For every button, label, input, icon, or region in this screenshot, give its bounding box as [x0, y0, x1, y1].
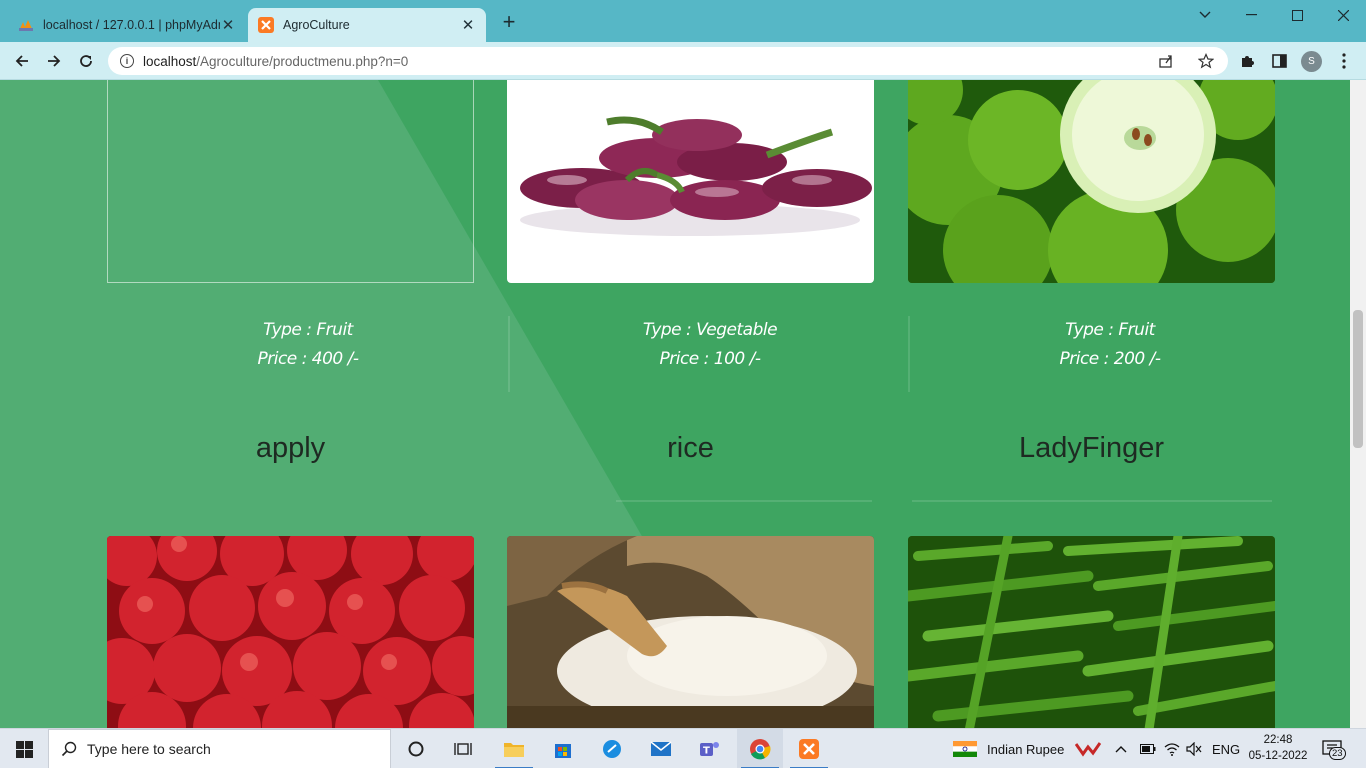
bookmark-star-icon[interactable] — [1198, 47, 1214, 75]
product-type: Type : Vegetable — [642, 320, 778, 340]
close-window-icon[interactable] — [1320, 0, 1366, 30]
product-image-rice[interactable] — [507, 536, 874, 728]
india-flag-icon — [953, 741, 977, 757]
product-image-green-apples — [908, 80, 1275, 283]
stock-chart-icon[interactable] — [1075, 729, 1101, 768]
product-name-link[interactable]: LadyFinger — [908, 432, 1275, 465]
edge-like-app-icon[interactable] — [589, 729, 635, 768]
maximize-icon[interactable] — [1274, 0, 1320, 30]
notification-center-icon[interactable]: 23 — [1322, 729, 1346, 768]
currency-label: Indian Rupee — [987, 741, 1065, 757]
tab-title: AgroCulture — [283, 18, 350, 32]
product-info-1: Type : Fruit Price : 400 /- — [107, 316, 509, 392]
product-price: Price : 200 /- — [1059, 349, 1161, 369]
product-type: Type : Fruit — [1065, 320, 1155, 340]
clock-time: 22:48 — [1263, 734, 1293, 746]
product-price: Price : 400 /- — [257, 349, 359, 369]
product-name-link[interactable]: rice — [507, 432, 874, 465]
reload-icon[interactable] — [73, 48, 99, 74]
extensions-puzzle-icon[interactable] — [1236, 50, 1258, 72]
windows-taskbar: Type here to search T Indian Rupee ENG 2… — [0, 728, 1366, 768]
product-image-ladyfinger[interactable] — [908, 536, 1275, 728]
chrome-icon[interactable] — [737, 729, 783, 768]
close-tab-icon[interactable]: ✕ — [460, 16, 476, 34]
task-view-icon[interactable] — [440, 729, 486, 768]
search-icon — [61, 741, 77, 757]
address-bar[interactable]: i localhost/Agroculture/productmenu.php?… — [108, 47, 1228, 75]
scrollbar-thumb[interactable] — [1353, 310, 1363, 448]
tab-agroculture[interactable]: AgroCulture ✕ — [248, 8, 486, 42]
currency-tray[interactable]: Indian Rupee — [953, 729, 1064, 768]
tab-phpmyadmin[interactable]: localhost / 127.0.0.1 | phpMyAdmin ✕ — [8, 8, 246, 42]
windows-start-icon[interactable] — [0, 729, 48, 768]
tab-title: localhost / 127.0.0.1 | phpMyAdmin — [43, 18, 220, 32]
page-scrollbar[interactable] — [1350, 80, 1366, 728]
product-type: Type : Fruit — [263, 320, 353, 340]
tab-search-icon[interactable] — [1182, 0, 1228, 30]
browser-toolbar: i localhost/Agroculture/productmenu.php?… — [0, 42, 1366, 80]
new-tab-button[interactable]: + — [498, 11, 520, 34]
product-name-link[interactable]: apply — [107, 432, 474, 465]
back-arrow-icon[interactable] — [9, 48, 35, 74]
product-image-placeholder — [107, 80, 474, 283]
svg-text:T: T — [703, 746, 710, 757]
xampp-taskbar-icon[interactable] — [786, 729, 832, 768]
close-tab-icon[interactable]: ✕ — [220, 16, 236, 34]
divider — [616, 500, 872, 502]
cortana-circle-icon[interactable] — [393, 729, 439, 768]
language-indicator[interactable]: ENG — [1212, 729, 1240, 768]
chevron-up-icon[interactable] — [1115, 729, 1127, 768]
microsoft-store-icon[interactable] — [540, 729, 586, 768]
product-info-3: Type : Fruit Price : 200 /- — [908, 316, 1310, 392]
browser-tab-strip: localhost / 127.0.0.1 | phpMyAdmin ✕ Agr… — [0, 0, 1366, 42]
phpmyadmin-icon — [18, 17, 34, 33]
product-menu-page: Type : Fruit Price : 400 /- Type : Veget… — [0, 80, 1350, 728]
profile-avatar[interactable]: S — [1301, 51, 1322, 72]
minimize-icon[interactable] — [1228, 0, 1274, 30]
mail-icon[interactable] — [638, 729, 684, 768]
teams-icon[interactable]: T — [687, 729, 733, 768]
product-info-2: Type : Vegetable Price : 100 /- — [508, 316, 910, 392]
speaker-muted-icon[interactable] — [1186, 729, 1202, 768]
taskbar-clock[interactable]: 22:48 05-12-2022 — [1244, 732, 1312, 764]
forward-arrow-icon[interactable] — [41, 48, 67, 74]
battery-icon[interactable] — [1140, 729, 1156, 768]
share-icon[interactable] — [1158, 47, 1174, 75]
url-path: /Agroculture/productmenu.php?n=0 — [196, 53, 409, 69]
divider — [912, 500, 1272, 502]
site-info-icon[interactable]: i — [120, 54, 134, 68]
taskbar-search-box[interactable]: Type here to search — [48, 729, 391, 768]
search-placeholder: Type here to search — [87, 741, 211, 757]
url-host: localhost — [143, 53, 197, 69]
file-explorer-icon[interactable] — [491, 729, 537, 768]
wifi-icon[interactable] — [1164, 729, 1180, 768]
menu-kebab-icon[interactable] — [1333, 50, 1355, 72]
product-image-apples[interactable] — [107, 536, 474, 728]
product-image-brinjal — [507, 80, 874, 283]
notification-count-badge: 23 — [1329, 747, 1346, 760]
clock-date: 05-12-2022 — [1248, 750, 1308, 762]
xampp-icon — [258, 17, 274, 33]
product-price: Price : 100 /- — [659, 349, 761, 369]
side-panel-icon[interactable] — [1268, 50, 1290, 72]
